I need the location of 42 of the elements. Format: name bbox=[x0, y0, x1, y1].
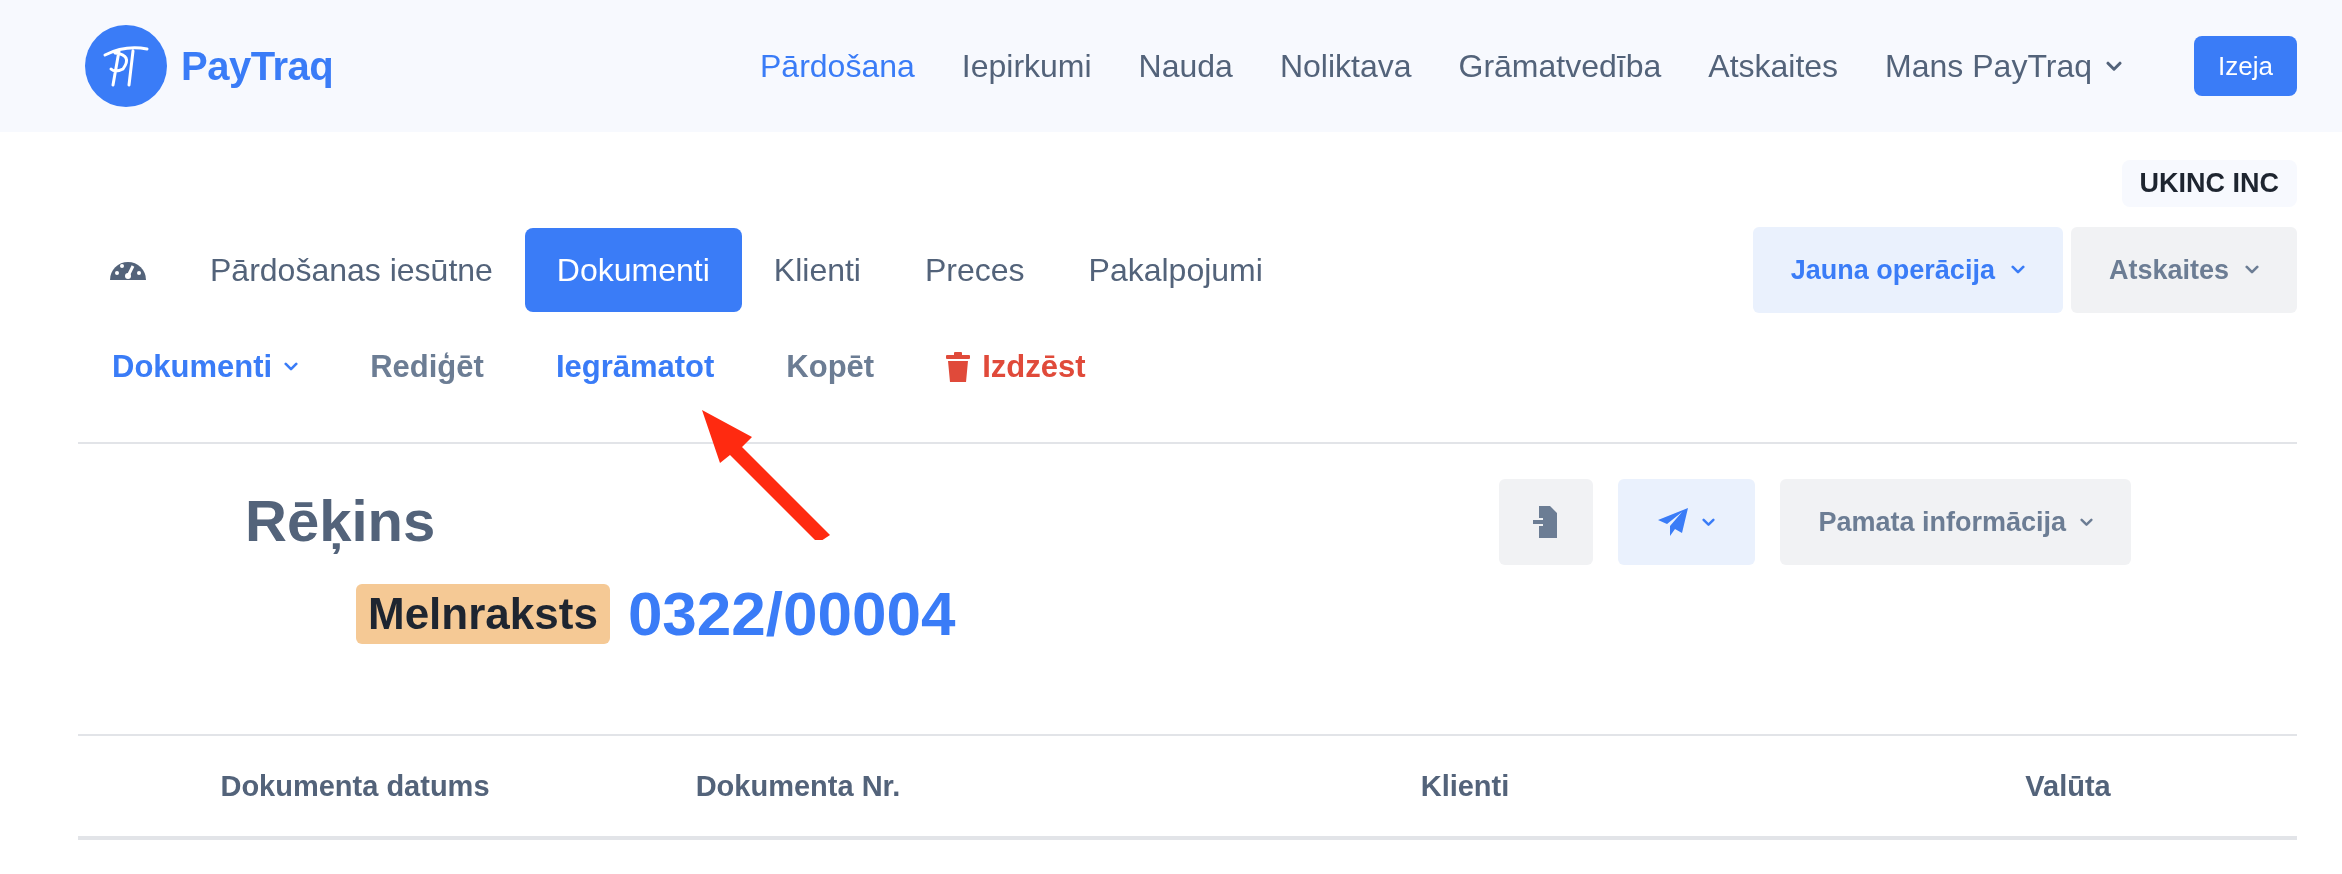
file-import-icon bbox=[1533, 506, 1560, 538]
icon-button[interactable] bbox=[1618, 479, 1756, 565]
icon-button[interactable] bbox=[1499, 479, 1594, 565]
toolbar-action[interactable]: Izdzēst bbox=[946, 349, 1086, 385]
column-header: Valūta bbox=[2024, 769, 2112, 803]
module-tab[interactable]: Preces bbox=[892, 228, 1057, 312]
toolbar-action[interactable]: Kopēt bbox=[786, 349, 875, 385]
document-number: 0322/00004 bbox=[627, 578, 956, 649]
logo-icon bbox=[85, 25, 167, 107]
nav-link[interactable]: Atskaites bbox=[1708, 47, 1839, 85]
nav-link[interactable]: Nauda bbox=[1138, 47, 1233, 85]
exit-button[interactable]: Izeja bbox=[2194, 36, 2297, 96]
nav-link[interactable]: Iepirkumi bbox=[961, 47, 1092, 85]
chevron-down-icon bbox=[2080, 517, 2093, 527]
paper-plane-icon bbox=[1658, 508, 1689, 536]
trash-icon bbox=[946, 352, 971, 382]
status-badge: Melnraksts bbox=[356, 583, 610, 644]
column-header: Klienti bbox=[1419, 769, 1511, 803]
nav-link[interactable]: Grāmatvedība bbox=[1458, 47, 1662, 85]
column-header: Dokumenta Nr. bbox=[694, 769, 902, 803]
chevron-down-icon bbox=[2245, 265, 2259, 275]
column-header: Dokumenta datums bbox=[219, 769, 491, 803]
module-tab[interactable]: Dokumenti bbox=[524, 228, 742, 312]
dropdown-button[interactable]: Pamata informācija bbox=[1780, 479, 2131, 565]
module-tab[interactable]: Pārdošanas iesūtne bbox=[178, 228, 525, 312]
company-badge: UKINC INC bbox=[2121, 160, 2297, 207]
speedometer-icon bbox=[110, 260, 146, 280]
logo-text: PayTraq bbox=[181, 43, 334, 89]
toolbar-action[interactable]: Iegrāmatot bbox=[555, 349, 715, 385]
toolbar-action[interactable]: Rediģēt bbox=[370, 349, 484, 385]
dropdown-button[interactable]: Jauna operācija bbox=[1752, 227, 2063, 313]
chevron-down-icon bbox=[284, 362, 299, 372]
chevron-down-icon bbox=[2010, 265, 2025, 275]
dropdown-button[interactable]: Atskaites bbox=[2070, 227, 2297, 313]
module-tab[interactable]: Klienti bbox=[741, 228, 893, 312]
nav-link[interactable]: Mans PayTraq bbox=[1885, 47, 2122, 85]
toolbar-action[interactable]: Dokumenti bbox=[112, 349, 299, 385]
nav-link[interactable]: Noliktava bbox=[1279, 47, 1412, 85]
chevron-down-icon bbox=[2106, 60, 2122, 72]
chevron-down-icon bbox=[1702, 517, 1716, 527]
module-tab[interactable]: Pakalpojumi bbox=[1056, 228, 1295, 312]
nav-link[interactable]: Pārdošana bbox=[760, 47, 915, 85]
